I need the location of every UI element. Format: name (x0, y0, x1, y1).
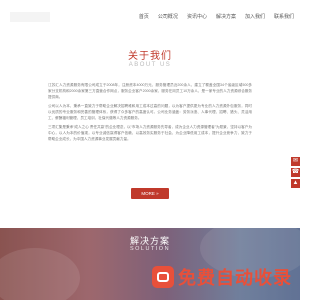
phone-icon[interactable]: ☎ (291, 168, 300, 177)
nav-item-home[interactable]: 首页 (139, 13, 149, 20)
about-section-title: 关于我们 (128, 51, 172, 62)
mail-icon[interactable]: ✉ (291, 157, 300, 166)
more-button[interactable]: MORE » (131, 188, 169, 199)
top-navigation: 首页 公司概况 资讯中心 解决方案 加入我们 联系我们 (0, 0, 300, 34)
back-to-top-icon[interactable]: ▲ (291, 179, 300, 188)
nav-menu: 首页 公司概况 资讯中心 解决方案 加入我们 联系我们 (139, 13, 294, 20)
solution-section-subtitle: SOLUTION (129, 246, 171, 252)
watermark: 免费自动收录 (152, 264, 292, 290)
watermark-logo-icon (152, 266, 174, 288)
nav-item-company-profile[interactable]: 公司概况 (158, 13, 178, 20)
about-description: 江苏汇人力资源服务有限公司成立于2008年，注册资本4000万元，服务管理员近2… (48, 82, 252, 145)
site-logo[interactable] (10, 12, 50, 22)
about-paragraph: 三项汇集是秉承“成人之心 责任共赢”的企业理念，以“市场人力资源服务先导者，成为… (48, 125, 252, 141)
nav-item-join-us[interactable]: 加入我们 (245, 13, 265, 20)
about-section-subtitle: ABOUT US (128, 62, 172, 68)
watermark-text: 免费自动收录 (178, 268, 292, 289)
nav-item-solutions[interactable]: 解决方案 (216, 13, 236, 20)
nav-item-contact-us[interactable]: 联系我们 (274, 13, 294, 20)
floating-side-toolbar: ✉ ☎ ▲ (291, 157, 300, 190)
about-paragraph: 江苏汇人力资源服务有限公司成立于2008年，注册资本4000万元，服务管理员近2… (48, 83, 252, 99)
about-paragraph: 公司以人为本，秉承一直致力于帮助企业解决招聘难和用工成本过高的问题，以为客户提供… (48, 104, 252, 120)
nav-item-news-center[interactable]: 资讯中心 (187, 13, 207, 20)
